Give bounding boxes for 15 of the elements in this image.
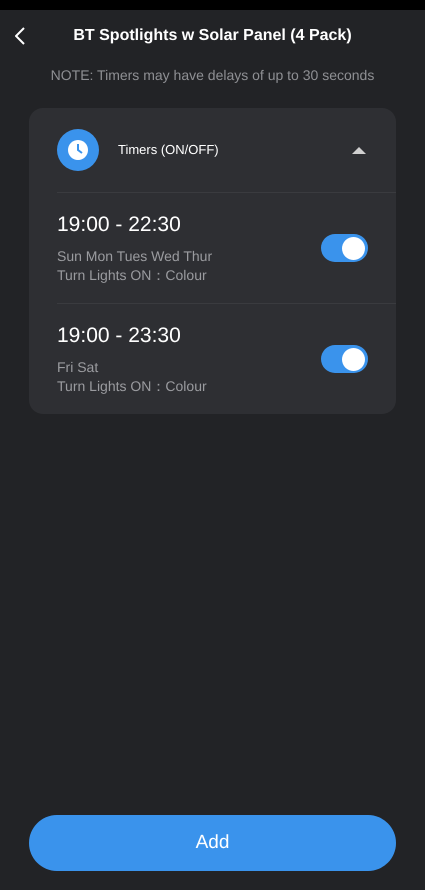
timer-days: Sun Mon Tues Wed Thur <box>57 246 321 266</box>
clock-icon <box>57 129 99 171</box>
toggle-switch[interactable] <box>321 345 368 373</box>
timer-action: Turn Lights ON：Colour <box>57 376 208 396</box>
timer-days: Fri Sat <box>57 358 321 376</box>
toggle-switch[interactable] <box>321 234 368 262</box>
timer-time: 19:00 - 22:30 <box>57 212 182 238</box>
page-title: BT Spotlights w Solar Panel (4 Pack) <box>73 26 352 46</box>
add-button[interactable]: Add <box>29 815 396 871</box>
section-title: Timers (ON/OFF) <box>118 141 220 160</box>
back-icon <box>15 27 25 45</box>
note-text: NOTE: Timers may have delays of up to 30 seconds <box>50 66 374 85</box>
timer-time: 19:00 - 23:30 <box>57 322 182 348</box>
timer-action: Turn Lights ON：Colour <box>57 266 208 284</box>
caret-icon[interactable] <box>352 146 366 154</box>
